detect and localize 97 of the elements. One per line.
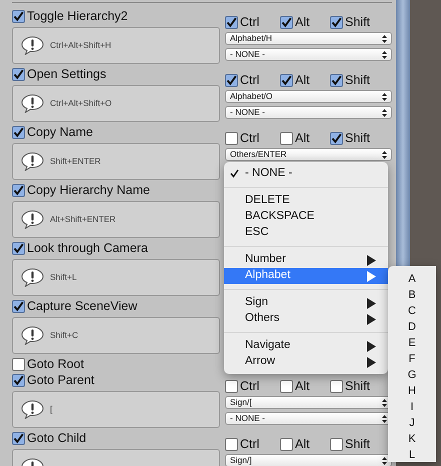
modifier-label: Ctrl: [240, 14, 260, 31]
modifier-label: Alt: [295, 72, 310, 89]
shortcut-label: Toggle Hierarchy2: [27, 8, 128, 25]
menu-item[interactable]: Navigate: [224, 338, 388, 354]
key-dropdown[interactable]: - NONE -: [225, 106, 392, 119]
menu-item[interactable]: Number: [224, 252, 388, 268]
checkmark-icon: [230, 169, 239, 178]
checkbox[interactable]: [280, 74, 293, 86]
speech-bubble-icon: [21, 400, 44, 419]
help-text: Ctrl+Alt+Shift+H: [50, 39, 112, 52]
help-text: Shift+C: [50, 329, 78, 342]
scrollbar[interactable]: [396, 0, 410, 266]
menu-item[interactable]: ESC: [224, 225, 388, 241]
modifier-label: Shift: [345, 378, 370, 395]
submenu-item[interactable]: K: [388, 431, 436, 447]
modifier-label: Ctrl: [240, 72, 260, 89]
submenu-item[interactable]: D: [388, 319, 436, 335]
modifier-label: Ctrl: [240, 378, 260, 395]
checkbox[interactable]: [12, 10, 25, 22]
modifier-label: Shift: [345, 72, 370, 89]
checkbox[interactable]: [225, 132, 238, 144]
shortcut-label: Copy Name: [27, 124, 93, 141]
menu-item[interactable]: Others: [224, 311, 388, 327]
help-text: Shift+ENTER: [50, 155, 101, 168]
key-dropdown[interactable]: Alphabet/H: [225, 32, 392, 45]
checkbox[interactable]: [330, 380, 343, 392]
checkbox[interactable]: [330, 132, 343, 144]
modifier-label: Shift: [345, 130, 370, 147]
submenu-item[interactable]: H: [388, 383, 436, 399]
submenu-item[interactable]: G: [388, 367, 436, 383]
checkbox[interactable]: [12, 126, 25, 138]
menu-item[interactable]: - NONE -: [224, 166, 388, 182]
key-dropdown[interactable]: Others/ENTER: [225, 148, 392, 161]
menu-item[interactable]: Arrow: [224, 354, 388, 370]
modifier-label: Shift: [345, 436, 370, 453]
key-dropdown[interactable]: Alphabet/O: [225, 90, 392, 103]
checkbox[interactable]: [280, 16, 293, 28]
speech-bubble-icon: [21, 210, 44, 229]
updown-arrows-icon: [382, 414, 387, 422]
checkbox[interactable]: [225, 438, 238, 450]
speech-bubble-icon: [21, 268, 44, 287]
help-text: Ctrl+Alt+Shift+O: [50, 97, 112, 110]
updown-arrows-icon: [382, 34, 387, 42]
shortcut-label: Capture SceneView: [27, 298, 138, 315]
checkbox[interactable]: [225, 380, 238, 392]
submenu-item[interactable]: E: [388, 335, 436, 351]
submenu-item[interactable]: A: [388, 271, 436, 287]
updown-arrows-icon: [382, 398, 387, 406]
updown-arrows-icon: [382, 108, 387, 116]
modifier-label: Alt: [295, 378, 310, 395]
checkbox[interactable]: [12, 242, 25, 254]
modifier-label: Ctrl: [240, 130, 260, 147]
shortcut-label: Look through Camera: [27, 240, 148, 257]
key-dropdown[interactable]: - NONE -: [225, 48, 392, 61]
submenu-item[interactable]: F: [388, 351, 436, 367]
modifier-label: Alt: [295, 14, 310, 31]
checkbox[interactable]: [330, 438, 343, 450]
checkbox[interactable]: [12, 374, 25, 386]
checkbox[interactable]: [225, 74, 238, 86]
checkbox[interactable]: [280, 380, 293, 392]
checkbox[interactable]: [330, 74, 343, 86]
menu-item[interactable]: Sign: [224, 295, 388, 311]
help-text: [: [50, 403, 52, 416]
checkbox[interactable]: [225, 16, 238, 28]
menu-item[interactable]: DELETE: [224, 193, 388, 209]
checkbox[interactable]: [280, 132, 293, 144]
shortcut-label: Open Settings: [27, 66, 106, 83]
checkbox[interactable]: [330, 16, 343, 28]
speech-bubble-icon: [21, 94, 44, 113]
modifier-label: Alt: [295, 436, 310, 453]
menu-item[interactable]: Alphabet: [224, 268, 388, 284]
updown-arrows-icon: [382, 456, 387, 464]
help-text: Alt+Shift+ENTER: [50, 213, 116, 226]
checkbox[interactable]: [280, 438, 293, 450]
modifier-label: Ctrl: [240, 436, 260, 453]
updown-arrows-icon: [382, 50, 387, 58]
checkbox[interactable]: [12, 68, 25, 80]
modifier-label: Alt: [295, 130, 310, 147]
updown-arrows-icon: [382, 150, 387, 158]
checkbox[interactable]: [12, 358, 25, 370]
key-dropdown[interactable]: Sign/]: [225, 454, 392, 466]
modifier-label: Shift: [345, 14, 370, 31]
shortcut-label: Copy Hierarchy Name: [27, 182, 150, 199]
speech-bubble-icon: [21, 326, 44, 345]
checkbox[interactable]: [12, 300, 25, 312]
submenu-item[interactable]: C: [388, 303, 436, 319]
menu-item[interactable]: BACKSPACE: [224, 209, 388, 225]
checkbox[interactable]: [12, 432, 25, 444]
shortcut-label: Goto Child: [27, 430, 86, 447]
updown-arrows-icon: [382, 92, 387, 100]
shortcut-label: Goto Root: [27, 356, 84, 373]
submenu-item[interactable]: B: [388, 287, 436, 303]
shortcut-label: Goto Parent: [27, 372, 94, 389]
help-text: Shift+L: [50, 271, 77, 284]
speech-bubble-icon: [21, 36, 44, 55]
checkbox[interactable]: [12, 184, 25, 196]
speech-bubble-icon: [21, 152, 44, 171]
